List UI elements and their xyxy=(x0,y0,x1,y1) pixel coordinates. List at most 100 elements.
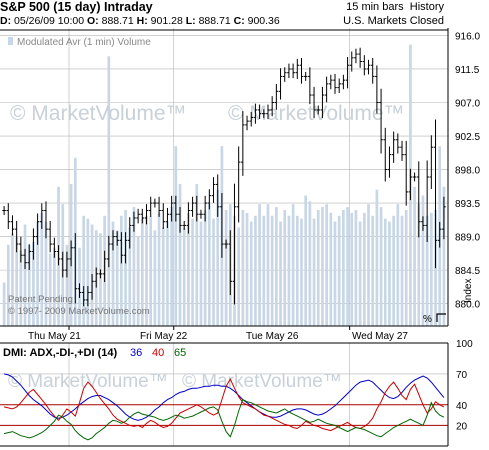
volume-bar xyxy=(249,221,253,326)
volume-bar xyxy=(375,189,379,326)
volume-bar xyxy=(354,210,358,326)
volume-bar xyxy=(396,204,400,326)
volume-bar xyxy=(161,227,165,326)
volume-bar xyxy=(392,215,395,326)
volume-bar xyxy=(275,207,278,326)
volume-bar xyxy=(304,195,308,326)
volume-bar xyxy=(413,186,416,326)
price-bar xyxy=(211,177,216,203)
price-bar xyxy=(366,59,371,75)
dmi-y-tick-label: 40 xyxy=(456,401,468,412)
volume-bar xyxy=(358,221,362,326)
dmi-y-axis: 100 70 40 20 xyxy=(456,339,473,432)
volume-bar xyxy=(346,207,349,326)
volume-bar xyxy=(107,56,111,327)
volume-bar xyxy=(237,227,241,326)
price-y-tick-label: 907.0 xyxy=(455,99,480,110)
volume-bar xyxy=(379,207,383,326)
volume-bar xyxy=(342,210,345,326)
volume-bar xyxy=(383,218,387,326)
volume-bar xyxy=(371,215,375,326)
price-bar xyxy=(153,198,157,208)
price-bar xyxy=(333,73,337,94)
volume-legend-swatch xyxy=(8,37,13,45)
volume-bar xyxy=(321,207,324,326)
volume-bar xyxy=(149,215,153,326)
plus-di-line xyxy=(3,398,445,441)
volume-bar xyxy=(279,221,282,326)
volume-bar xyxy=(199,221,203,326)
price-bar xyxy=(337,78,341,94)
dmi-y-tick-label: 20 xyxy=(456,421,468,432)
patent-label: Patent Pending xyxy=(8,294,73,305)
price-watermark-right: © MarketVolume™ xyxy=(228,102,405,125)
volume-bar xyxy=(2,282,6,326)
volume-bar xyxy=(429,212,433,326)
volume-bar xyxy=(325,204,328,326)
price-bar xyxy=(358,47,362,68)
volume-bar xyxy=(329,212,333,326)
price-bar xyxy=(282,67,287,82)
price-bar xyxy=(6,203,11,229)
price-bar xyxy=(396,133,400,154)
price-watermark: © MarketVolume™ xyxy=(10,102,187,125)
price-bar xyxy=(161,203,166,229)
volume-bar xyxy=(295,215,299,326)
volume-bar xyxy=(178,183,182,326)
price-bar xyxy=(287,63,291,79)
price-bar xyxy=(349,51,354,72)
price-bar xyxy=(345,57,350,89)
price-bar xyxy=(236,146,241,223)
price-y-tick-label: 889.0 xyxy=(455,233,480,244)
volume-bar xyxy=(316,210,320,326)
price-bar xyxy=(308,67,312,105)
price-bar xyxy=(190,196,195,217)
volume-bar xyxy=(245,212,249,326)
volume-bar xyxy=(153,230,157,326)
price-y-axis: 916.0 911.5 907.0 902.5 898.0 893.5 889.0 884.5… xyxy=(455,31,480,310)
price-axis-title: Index xyxy=(463,279,474,303)
dmi-y-tick-label: 100 xyxy=(456,339,473,350)
x-axis-label: Tue May 26 xyxy=(246,331,299,342)
price-bar xyxy=(278,68,283,100)
volume-bar xyxy=(308,201,312,326)
price-bar xyxy=(341,74,346,90)
price-bar xyxy=(148,196,153,217)
volume-bar xyxy=(212,218,215,326)
x-axis-label: Fri May 22 xyxy=(140,331,188,342)
volume-bar xyxy=(291,204,295,326)
dmi-title: DMI: ADX,-DI-,+DI (14) xyxy=(3,347,118,359)
copyright-label: © 1997- 2009 MarketVolume.com xyxy=(8,306,150,317)
x-axis-label: Wed May 27 xyxy=(352,331,408,342)
price-bar xyxy=(10,215,15,236)
volume-bar xyxy=(421,195,425,326)
price-bar xyxy=(329,74,333,90)
volume-bar xyxy=(241,210,245,326)
price-bar xyxy=(404,140,409,206)
volume-bar xyxy=(224,210,228,326)
volume-bar xyxy=(266,204,270,326)
price-bar xyxy=(199,209,203,219)
dmi-param-plus-di: 65 xyxy=(174,347,186,359)
volume-bar xyxy=(258,204,261,326)
volume-bar xyxy=(333,221,337,326)
percent-toggle[interactable]: % xyxy=(423,314,432,325)
volume-bar xyxy=(283,210,287,326)
volume-bar xyxy=(203,210,207,326)
dmi-param-adx: 36 xyxy=(130,347,142,359)
dmi-watermark-right: © MarketVolume™ xyxy=(182,371,342,392)
price-y-tick-label: 902.5 xyxy=(455,132,480,143)
price-bar xyxy=(354,48,358,64)
price-y-tick-label: 884.5 xyxy=(455,266,480,277)
price-bar xyxy=(324,76,329,103)
volume-bar xyxy=(207,204,211,326)
price-y-tick-label: 898.0 xyxy=(455,166,480,177)
price-bar xyxy=(362,55,367,76)
price-y-tick-label: 911.5 xyxy=(455,65,480,76)
volume-bar xyxy=(312,218,316,326)
price-y-tick-label: 916.0 xyxy=(455,31,480,42)
price-x-axis: Thu May 21 Fri May 22 Tue May 26 Wed May 27 xyxy=(28,326,408,342)
volume-bar xyxy=(337,215,341,326)
volume-bar xyxy=(262,215,266,326)
price-bar xyxy=(136,208,140,224)
